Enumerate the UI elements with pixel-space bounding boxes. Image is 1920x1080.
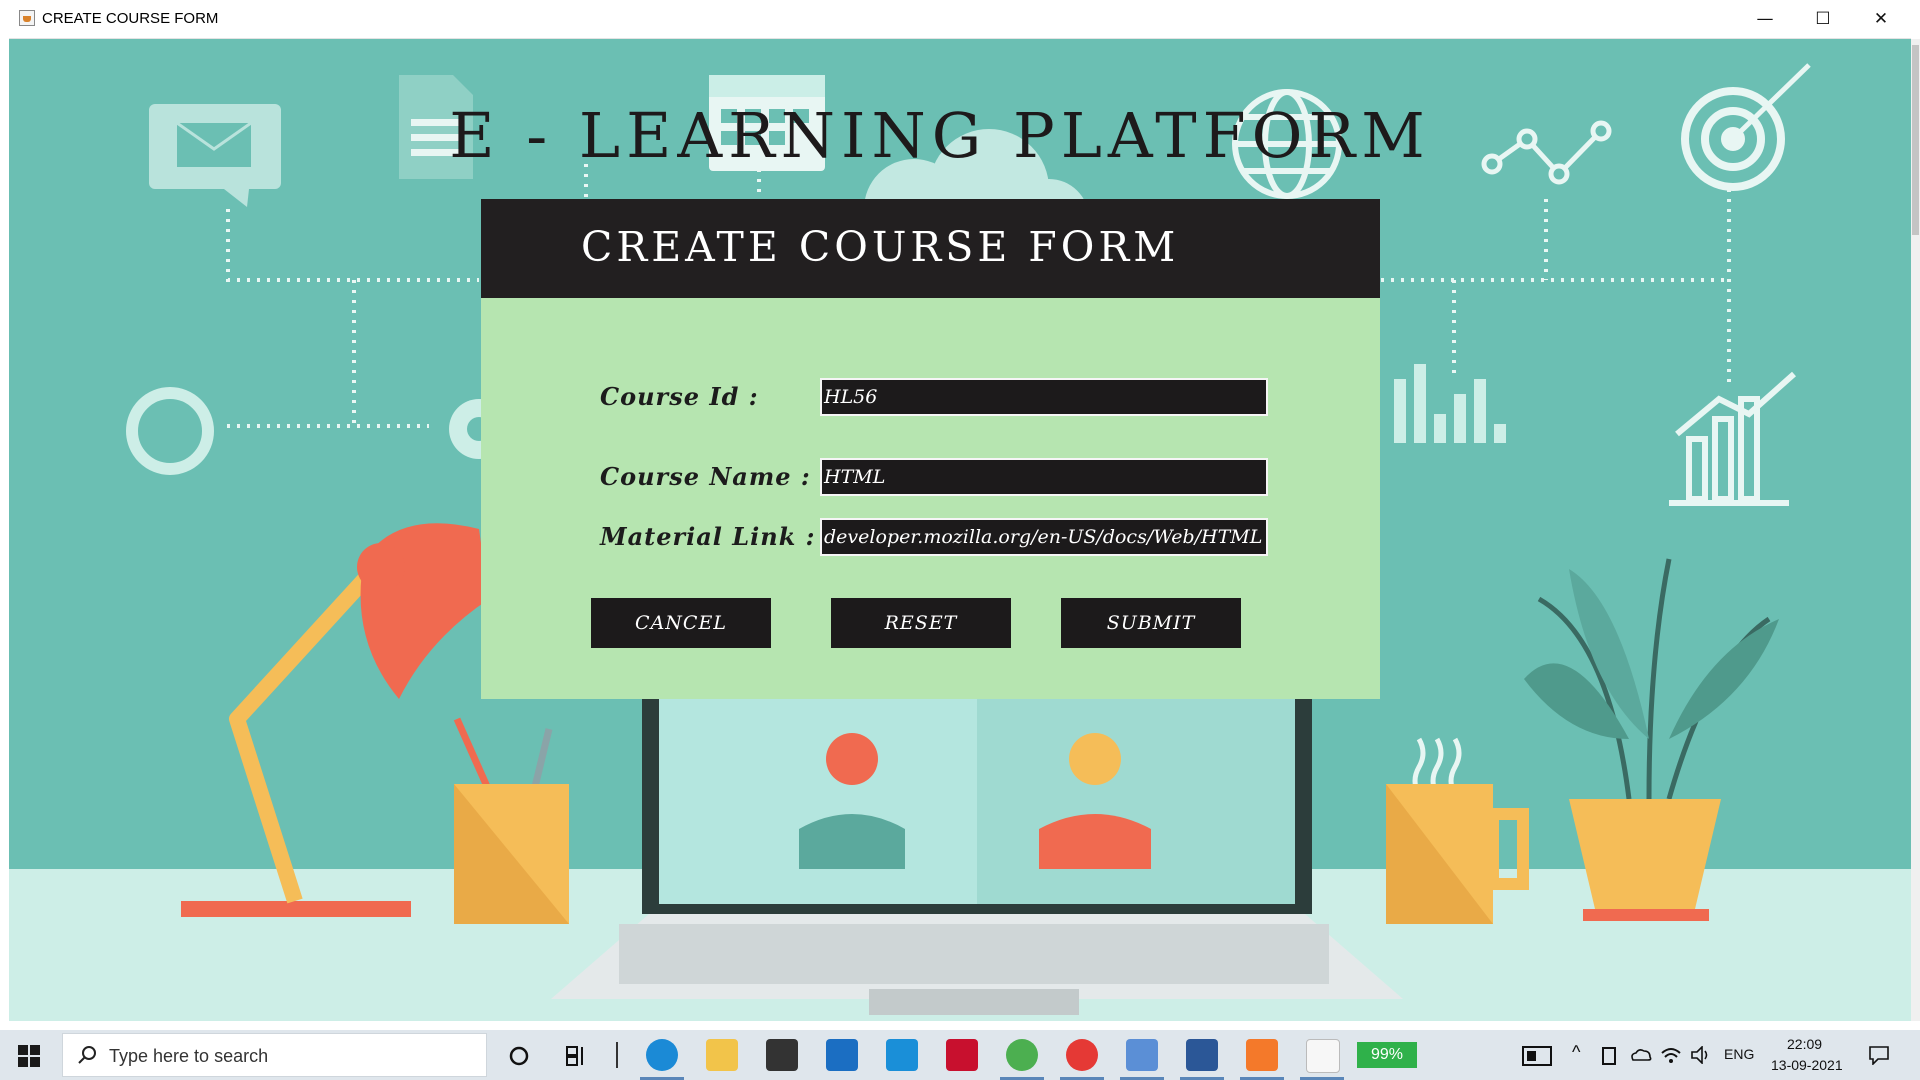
desk-lamp <box>181 523 489 917</box>
l-app-icon[interactable] <box>886 1039 918 1071</box>
language-indicator[interactable]: ENG <box>1724 1046 1754 1062</box>
mail-icon[interactable] <box>826 1039 858 1071</box>
clock-time[interactable]: 22:09 <box>1787 1036 1822 1052</box>
taskbar-search-box[interactable]: Type here to search <box>62 1033 487 1077</box>
course-name-label: Course Name : <box>600 462 811 491</box>
device-icon[interactable] <box>1600 1046 1618 1066</box>
form-header: CREATE COURSE FORM <box>481 199 1380 298</box>
search-icon <box>78 1046 96 1064</box>
chrome-profile-icon[interactable] <box>1066 1039 1098 1071</box>
battery-indicator[interactable]: 99% <box>1357 1042 1417 1068</box>
xampp-icon[interactable] <box>1246 1039 1278 1071</box>
form-title: CREATE COURSE FORM <box>581 223 1180 271</box>
news-icon[interactable] <box>1522 1046 1552 1066</box>
submit-button[interactable]: SUBMIT <box>1061 598 1241 648</box>
bar-chart-icon <box>1394 364 1506 443</box>
windows-start-icon[interactable] <box>18 1045 40 1067</box>
window-titlebar: CREATE COURSE FORM — ☐ ✕ <box>9 0 1911 39</box>
edge-icon[interactable] <box>646 1039 678 1071</box>
material-link-input[interactable]: developer.mozilla.org/en-US/docs/Web/HTM… <box>820 518 1268 556</box>
material-link-label: Material Link : <box>600 522 816 551</box>
pencil-cup <box>453 717 569 924</box>
maximize-button[interactable]: ☐ <box>1794 0 1852 38</box>
search-placeholder: Type here to search <box>109 1046 269 1066</box>
create-course-form: Course Id : HL56 Course Name : HTML Mate… <box>481 298 1380 699</box>
taskbar-divider <box>616 1042 618 1068</box>
word-icon[interactable] <box>1186 1039 1218 1071</box>
potted-plant <box>1524 558 1779 921</box>
course-name-input[interactable]: HTML <box>820 458 1268 496</box>
platform-title: E - LEARNING PLATFORM <box>449 99 1431 172</box>
chevron-up-icon[interactable]: ^ <box>1572 1042 1580 1063</box>
notification-icon[interactable] <box>1868 1045 1890 1065</box>
java-icon[interactable] <box>1306 1039 1340 1073</box>
pie-chart-icon <box>126 387 214 475</box>
virtualbox-icon[interactable] <box>1126 1039 1158 1071</box>
cancel-button[interactable]: CANCEL <box>591 598 771 648</box>
task-view-icon[interactable] <box>566 1045 590 1067</box>
file-explorer-icon[interactable] <box>706 1039 738 1071</box>
growth-chart-icon <box>1669 371 1796 506</box>
taskbar: Type here to search 99% ^ ENG 22:09 13-0… <box>0 1030 1920 1080</box>
cortana-icon[interactable] <box>508 1045 530 1067</box>
course-id-label: Course Id : <box>600 382 759 411</box>
laptop <box>551 694 1403 1015</box>
reset-button[interactable]: RESET <box>831 598 1011 648</box>
close-button[interactable]: ✕ <box>1852 0 1910 38</box>
chrome-icon[interactable] <box>1006 1039 1038 1071</box>
store-icon[interactable] <box>766 1039 798 1071</box>
minimize-button[interactable]: — <box>1736 0 1794 38</box>
volume-icon[interactable] <box>1690 1046 1712 1064</box>
clock-date[interactable]: 13-09-2021 <box>1771 1057 1843 1073</box>
java-app-icon <box>19 10 35 26</box>
course-id-input[interactable]: HL56 <box>820 378 1268 416</box>
coffee-mug <box>1386 737 1529 924</box>
mcafee-icon[interactable] <box>946 1039 978 1071</box>
onedrive-icon[interactable] <box>1630 1048 1652 1062</box>
scrollbar-thumb[interactable] <box>1912 45 1919 235</box>
wifi-icon[interactable] <box>1660 1045 1682 1065</box>
window-title: CREATE COURSE FORM <box>42 10 219 27</box>
